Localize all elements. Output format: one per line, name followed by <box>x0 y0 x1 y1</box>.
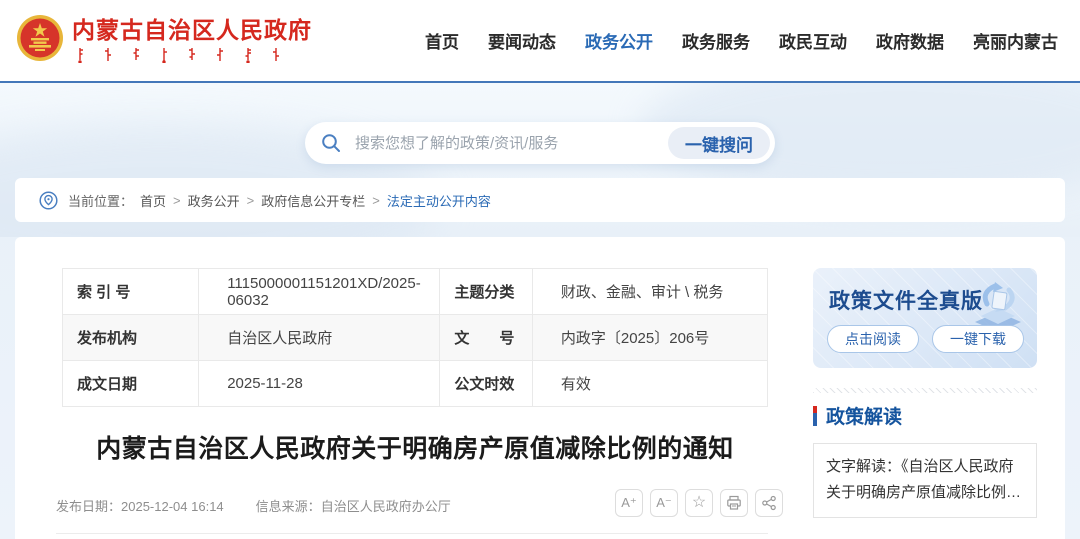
meta-value-validity: 有效 <box>532 361 767 407</box>
publish-date-label: 发布日期： <box>56 499 121 514</box>
share-icon <box>761 495 777 511</box>
content-divider <box>56 533 768 534</box>
national-emblem-icon <box>16 14 64 62</box>
page-title: 内蒙古自治区人民政府关于明确房产原值减除比例的通知 <box>62 429 768 465</box>
policy-fulltext-title: 政策文件全真版 <box>829 285 983 315</box>
star-icon: ☆ <box>692 495 706 511</box>
read-online-button[interactable]: 点击阅读 <box>827 325 919 353</box>
breadcrumb-separator: > <box>372 193 380 208</box>
breadcrumb-trail: 当前位置： 首页 > 政务公开 > 政府信息公开专栏 > 法定主动公开内容 <box>68 191 491 210</box>
nav-item-gov-service[interactable]: 政务服务 <box>682 28 750 53</box>
share-button[interactable] <box>755 489 783 517</box>
location-icon <box>39 191 58 210</box>
site-header: 内蒙古自治区人民政府 首页 要闻动态 政务 <box>0 0 1080 83</box>
main-nav: 首页 要闻动态 政务公开 政务服务 政民互动 政府数据 亮丽内蒙古 <box>425 28 1058 53</box>
favorite-button[interactable]: ☆ <box>685 489 713 517</box>
publish-date-value: 2025-12-04 16:14 <box>121 499 224 514</box>
nav-item-gov-open[interactable]: 政务公开 <box>585 28 653 53</box>
nav-item-home[interactable]: 首页 <box>425 28 459 53</box>
policy-fulltext-card: 政策文件全真版 点击阅读 一键下载 <box>813 268 1037 368</box>
info-source-label: 信息来源： <box>256 499 321 514</box>
breadcrumb-item-info-column[interactable]: 政府信息公开专栏 <box>261 191 365 210</box>
interpretation-item[interactable]: 文字解读：《自治区人民政府关于明确房产原值减除比例的通... <box>813 443 1037 518</box>
breadcrumb-prefix: 当前位置： <box>68 191 133 210</box>
print-button[interactable] <box>720 489 748 517</box>
hatched-divider <box>813 388 1037 393</box>
breadcrumb-separator: > <box>247 193 255 208</box>
publish-date: 发布日期：2025-12-04 16:14 <box>56 496 224 515</box>
meta-label-validity: 公文时效 <box>440 361 533 407</box>
breadcrumb: 当前位置： 首页 > 政务公开 > 政府信息公开专栏 > 法定主动公开内容 <box>15 178 1065 222</box>
meta-value-index-number: 1115000001151201XD/2025-06032 <box>199 269 440 315</box>
section-marker <box>813 406 817 426</box>
table-row: 索 引 号 1115000001151201XD/2025-06032 主题分类… <box>63 269 768 315</box>
policy-interpretation-header: 政策解读 <box>813 402 1037 429</box>
font-decrease-button[interactable]: A⁻ <box>650 489 678 517</box>
meta-label-doc-number: 文 号 <box>440 315 533 361</box>
font-increase-button[interactable]: A⁺ <box>615 489 643 517</box>
document-meta-table: 索 引 号 1115000001151201XD/2025-06032 主题分类… <box>62 268 768 407</box>
meta-label-topic: 主题分类 <box>440 269 533 315</box>
breadcrumb-item-gov-open[interactable]: 政务公开 <box>188 191 240 210</box>
interpretation-item-text: 文字解读：《自治区人民政府关于明确房产原值减除比例的通... <box>826 454 1024 507</box>
info-source-value: 自治区人民政府办公厅 <box>321 499 451 514</box>
nav-item-interaction[interactable]: 政民互动 <box>779 28 847 53</box>
sidebar: 政策文件全真版 点击阅读 一键下载 政策解读 <box>813 268 1037 518</box>
site-title: 内蒙古自治区人民政府 <box>72 18 312 43</box>
breadcrumb-item-home[interactable]: 首页 <box>140 191 166 210</box>
download-button[interactable]: 一键下载 <box>932 325 1024 353</box>
meta-value-topic: 财政、金融、审计 \ 税务 <box>532 269 767 315</box>
publish-meta: 发布日期：2025-12-04 16:14 信息来源：自治区人民政府办公厅 <box>56 496 451 515</box>
article-card: 索 引 号 1115000001151201XD/2025-06032 主题分类… <box>15 237 1065 539</box>
search-submit-button[interactable]: 一键搜问 <box>668 127 770 159</box>
search-bar: 一键搜问 <box>305 122 775 164</box>
policy-fulltext-actions: 点击阅读 一键下载 <box>827 325 1024 353</box>
page: 内蒙古自治区人民政府 首页 要闻动态 政务 <box>0 0 1080 539</box>
search-icon <box>321 133 341 153</box>
meta-value-written-date: 2025-11-28 <box>199 361 440 407</box>
meta-label-issuer: 发布机构 <box>63 315 199 361</box>
meta-label-written-date: 成文日期 <box>63 361 199 407</box>
site-logo[interactable]: 内蒙古自治区人民政府 <box>16 14 312 68</box>
table-row: 成文日期 2025-11-28 公文时效 有效 <box>63 361 768 407</box>
meta-value-doc-number: 内政字〔2025〕206号 <box>532 315 767 361</box>
meta-label-index-number: 索 引 号 <box>63 269 199 315</box>
nav-item-gov-data[interactable]: 政府数据 <box>876 28 944 53</box>
meta-value-issuer: 自治区人民政府 <box>199 315 440 361</box>
printer-icon <box>726 495 742 511</box>
article-toolbar: A⁺ A⁻ ☆ <box>615 489 783 517</box>
breadcrumb-item-current[interactable]: 法定主动公开内容 <box>387 191 491 210</box>
site-title-block: 内蒙古自治区人民政府 <box>72 14 312 68</box>
breadcrumb-separator: > <box>173 193 181 208</box>
nav-item-news[interactable]: 要闻动态 <box>488 28 556 53</box>
table-row: 发布机构 自治区人民政府 文 号 内政字〔2025〕206号 <box>63 315 768 361</box>
nav-item-beautiful-nmg[interactable]: 亮丽内蒙古 <box>973 28 1058 53</box>
policy-interpretation-title: 政策解读 <box>826 402 902 429</box>
search-input[interactable] <box>353 134 668 153</box>
mongolian-script <box>74 47 286 63</box>
info-source: 信息来源：自治区人民政府办公厅 <box>256 496 451 515</box>
